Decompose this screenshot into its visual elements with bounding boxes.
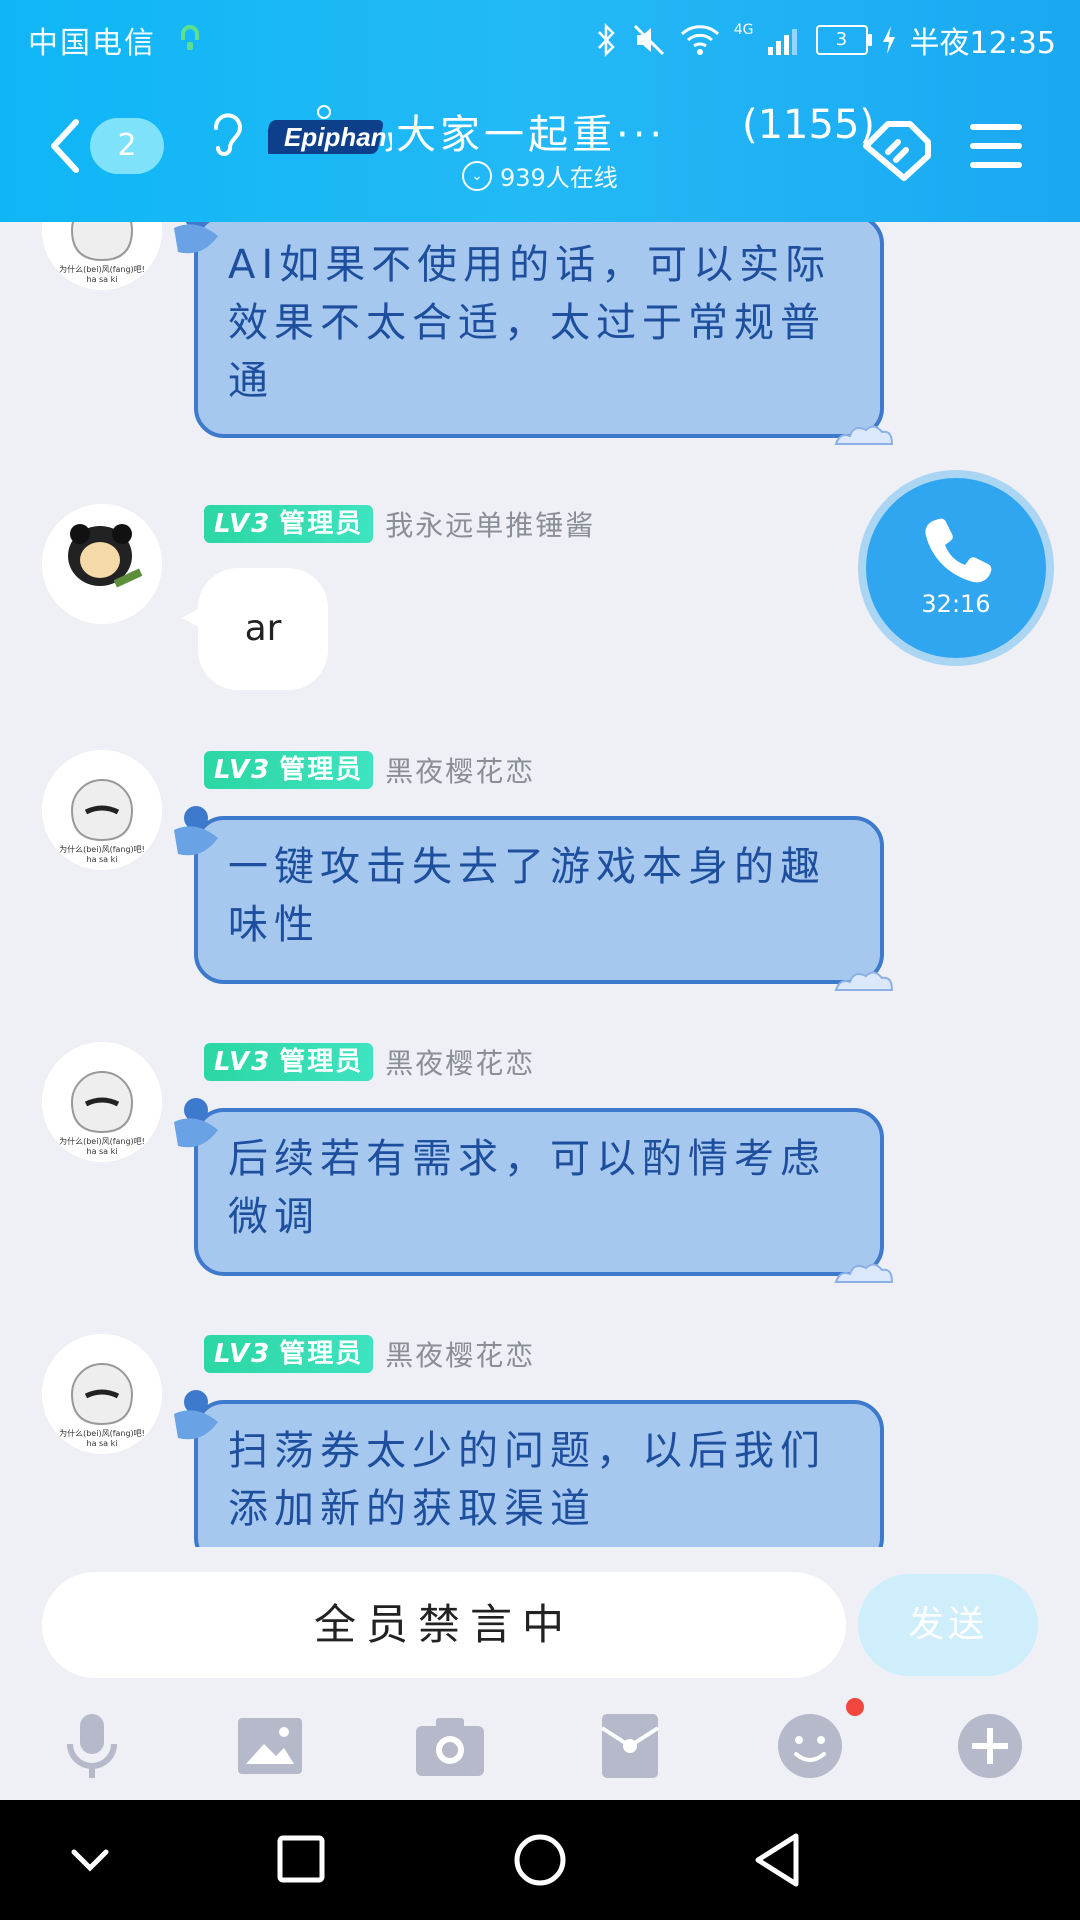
bluetooth-icon <box>597 23 615 57</box>
image-icon[interactable] <box>232 1708 308 1784</box>
sender-meta: LV3 管理员 我永远单推锤酱 <box>204 504 595 544</box>
voice-call-button[interactable]: 32:16 <box>866 478 1046 658</box>
admin-badge: LV3 管理员 <box>204 505 374 543</box>
cloud-decoration-icon <box>834 971 894 991</box>
phone-icon <box>925 518 992 583</box>
admin-badge: LV3 管理员 <box>204 1043 374 1081</box>
message-bubble[interactable]: 后续若有需求，可以酌情考虑微调 <box>174 1098 894 1283</box>
chat-nav-bar: 2 Epiphany 大家一起重··· (1155) ⌄ 939人在线 <box>0 96 1080 206</box>
avatar[interactable] <box>42 504 162 624</box>
send-button[interactable]: 发送 <box>858 1574 1038 1676</box>
ear-icon[interactable] <box>206 106 246 162</box>
message-input[interactable]: 全员禁言中 <box>42 1572 846 1678</box>
plus-icon[interactable] <box>952 1708 1028 1784</box>
svg-text:为什么(bei)风(fang)吧!: 为什么(bei)风(fang)吧! <box>59 264 145 274</box>
input-toolbar <box>0 1700 1080 1800</box>
svg-text:Epiphany: Epiphany <box>284 122 392 152</box>
emoji-icon[interactable] <box>772 1708 848 1784</box>
sender-name[interactable]: 黑夜樱花恋 <box>385 750 535 790</box>
red-packet-icon[interactable] <box>592 1708 668 1784</box>
message-bubble[interactable]: 扫荡券太少的问题，以后我们添加新的获取渠道 <box>174 1390 884 1547</box>
online-count: 939人在线 <box>500 164 618 192</box>
sender-meta: LV3 管理员 黑夜樱花恋 <box>204 750 535 790</box>
notification-dot <box>846 1698 864 1716</box>
hide-keyboard-icon[interactable] <box>50 1820 130 1900</box>
message-bubble[interactable]: AI如果不使用的话，可以实际效果不太合适，太过于常规普通 <box>174 222 894 445</box>
status-bar: 中国电信 4G 3 半夜12:35 <box>0 0 1080 76</box>
avatar[interactable]: 为什么(bei)风(fang)吧! ha sa ki <box>42 750 162 870</box>
header: 中国电信 4G 3 半夜12:35 2 Epiphany 大家一起重··· (1… <box>0 0 1080 222</box>
call-duration: 32:16 <box>921 590 991 618</box>
status-icons: 4G 3 半夜12:35 <box>596 18 1056 62</box>
chat-title[interactable]: 大家一起重··· <box>396 102 666 160</box>
avatar[interactable]: 为什么(bei)风(fang)吧! ha sa ki <box>42 1042 162 1162</box>
sender-meta: LV3 管理员 黑夜樱花恋 <box>204 1042 535 1082</box>
clock: 半夜12:35 <box>909 26 1056 61</box>
carrier-label: 中国电信 <box>28 26 156 61</box>
message-text: 后续若有需求，可以酌情考虑微调 <box>228 1136 826 1240</box>
back-arrow-icon[interactable] <box>44 116 84 176</box>
bubble-decoration-icon <box>174 1098 218 1148</box>
unread-badge[interactable]: 2 <box>90 118 164 174</box>
camera-icon[interactable] <box>412 1708 488 1784</box>
sender-name[interactable]: 黑夜樱花恋 <box>385 1042 535 1082</box>
chevron-down-icon: ⌄ <box>462 160 492 191</box>
wifi-icon <box>680 25 719 55</box>
message-text: 扫荡券太少的问题，以后我们添加新的获取渠道 <box>228 1428 826 1532</box>
input-bar: 全员禁言中 发送 <box>0 1560 1080 1680</box>
network-type: 4G <box>733 22 754 38</box>
avatar[interactable]: 为什么(bei)风(fang)吧! ha sa ki <box>42 1334 162 1454</box>
home-icon[interactable] <box>500 1820 580 1900</box>
svg-text:ha sa ki: ha sa ki <box>87 855 118 864</box>
group-logo: Epiphany <box>268 105 392 154</box>
svg-text:ha sa ki: ha sa ki <box>87 275 118 284</box>
cloud-decoration-icon <box>834 1263 894 1283</box>
system-navigation-bar <box>0 1800 1080 1920</box>
message-text: 一键攻击失去了游戏本身的趣味性 <box>228 844 826 948</box>
charging-icon <box>882 26 895 54</box>
online-status[interactable]: ⌄ 939人在线 <box>462 158 618 193</box>
avatar[interactable]: 为什么(bei)风(fang)吧! ha sa ki <box>42 222 162 290</box>
svg-text:ha sa ki: ha sa ki <box>87 1147 118 1156</box>
back-icon[interactable] <box>738 1820 818 1900</box>
svg-text:为什么(bei)风(fang)吧!: 为什么(bei)风(fang)吧! <box>59 844 145 854</box>
recent-apps-icon[interactable] <box>260 1820 340 1900</box>
sender-meta: LV3 管理员 黑夜樱花恋 <box>204 1334 535 1374</box>
signal-icon <box>767 29 797 55</box>
message-bubble[interactable]: ar <box>182 568 328 690</box>
group-tag-icon[interactable] <box>858 116 934 182</box>
svg-text:为什么(bei)风(fang)吧!: 为什么(bei)风(fang)吧! <box>59 1136 145 1146</box>
microphone-icon[interactable] <box>54 1708 130 1784</box>
message-list[interactable]: 为什么(bei)风(fang)吧! ha sa ki AI如果不使用的话，可以实际… <box>0 222 1080 1547</box>
menu-icon[interactable] <box>970 122 1022 170</box>
bubble-decoration-icon <box>174 1390 218 1440</box>
svg-text:ha sa ki: ha sa ki <box>87 1439 118 1448</box>
admin-badge: LV3 管理员 <box>204 1335 374 1373</box>
svg-text:为什么(bei)风(fang)吧!: 为什么(bei)风(fang)吧! <box>59 1428 145 1438</box>
member-count: (1155) <box>742 102 876 148</box>
message-bubble[interactable]: 一键攻击失去了游戏本身的趣味性 <box>174 806 894 991</box>
admin-badge: LV3 管理员 <box>204 751 374 789</box>
sender-name[interactable]: 我永远单推锤酱 <box>385 504 595 544</box>
cloud-decoration-icon <box>834 425 894 445</box>
message-text: AI如果不使用的话，可以实际效果不太合适，太过于常规普通 <box>228 242 832 404</box>
bubble-decoration-icon <box>174 806 218 856</box>
battery-icon: 3 <box>815 25 872 55</box>
bubble-decoration-icon <box>174 222 218 254</box>
sender-name[interactable]: 黑夜樱花恋 <box>385 1334 535 1374</box>
mute-icon <box>633 24 664 56</box>
hd-call-icon <box>181 25 199 50</box>
message-text: ar <box>244 608 282 649</box>
